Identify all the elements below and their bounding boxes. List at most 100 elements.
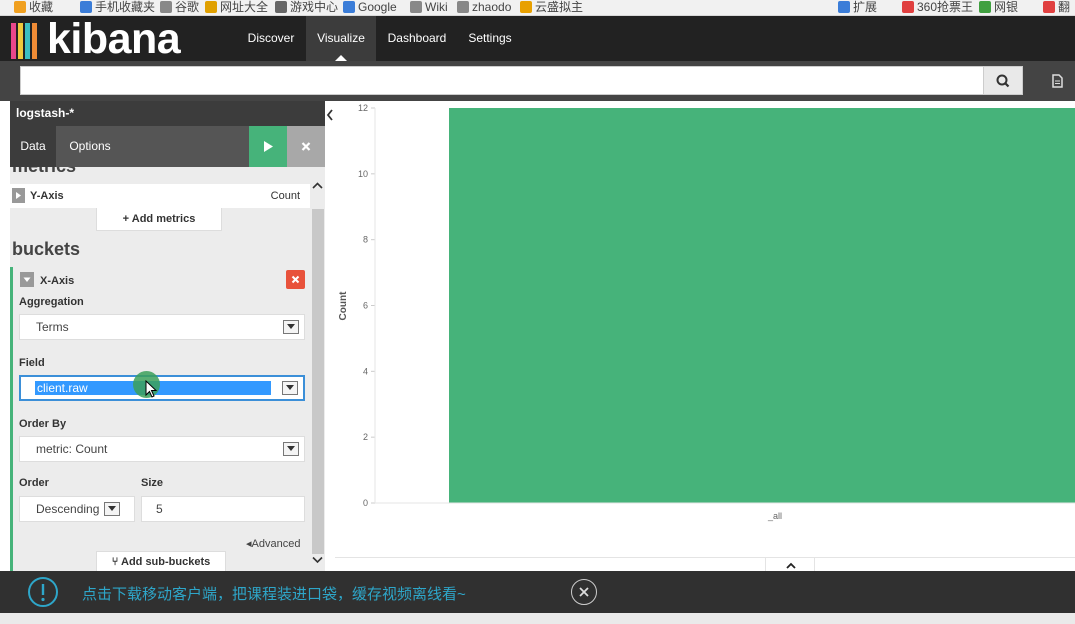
favorite-label: 360抢票王 — [917, 0, 974, 14]
chevron-left-icon — [326, 109, 333, 121]
favorite-item[interactable]: 网银 — [979, 0, 1019, 15]
page-icon — [457, 1, 469, 13]
order-label: Order — [19, 477, 49, 489]
y-axis-agg: Y-Axis Count — [10, 184, 310, 208]
nav-visualize[interactable]: Visualize — [306, 16, 376, 61]
aggregation-label: Aggregation — [19, 296, 84, 308]
chart-bottom-strip — [335, 557, 1075, 571]
chart-bar[interactable] — [449, 108, 1075, 503]
cloud-icon — [520, 1, 532, 13]
field-label: Field — [19, 357, 45, 369]
aggregation-editor: metrics Y-Axis Count + Add metrics bucke… — [10, 167, 310, 571]
size-label: Size — [141, 477, 164, 489]
favorite-item[interactable]: 收藏 — [14, 0, 53, 15]
favorite-label: 翻 — [1058, 0, 1071, 14]
favorite-item[interactable]: 游戏中心 — [275, 0, 339, 15]
index-pattern-title: logstash-* — [10, 101, 325, 126]
tab-options-label: Options — [69, 139, 111, 153]
y-tick-label: 8 — [363, 235, 368, 245]
favorite-label: 谷歌 — [175, 0, 200, 14]
favorite-item[interactable]: 谷歌 — [160, 0, 200, 15]
phone-icon — [80, 1, 92, 13]
chevron-right-icon — [16, 192, 21, 199]
favorite-label: 游戏中心 — [290, 0, 339, 14]
vis-editor-sidebar: logstash-* Data Options metrics Y-Axis C… — [10, 101, 325, 571]
favorite-item[interactable]: 云盛拟主 — [520, 0, 583, 15]
nav-settings-label: Settings — [468, 31, 512, 45]
logo-bar-orange — [32, 23, 37, 59]
favorite-item[interactable]: Wiki — [410, 0, 448, 15]
visualization-panel: 0 2 4 6 8 10 12 _all Count — [335, 101, 1075, 571]
y-axis-toggle[interactable] — [12, 188, 25, 203]
sidebar-collapse-handle[interactable] — [325, 101, 335, 571]
x-axis-ticks: _all — [767, 511, 782, 521]
y-tick-label: 0 — [363, 498, 368, 508]
favorite-label: zhaodo — [472, 0, 512, 14]
new-document-button[interactable] — [1044, 68, 1070, 94]
scrollbar-thumb[interactable] — [312, 209, 324, 554]
gamepad-icon — [275, 1, 287, 13]
size-input[interactable]: 5 — [141, 496, 305, 522]
sidebar-tabs: Data Options — [10, 126, 325, 167]
add-sub-buckets-button[interactable]: ⑂ Add sub-buckets — [96, 551, 226, 571]
apply-changes-button[interactable] — [249, 126, 287, 167]
favorite-item[interactable]: zhaodo — [457, 0, 512, 15]
close-icon — [579, 587, 589, 597]
x-axis-toggle[interactable] — [20, 272, 34, 287]
logo-bar-teal — [25, 23, 30, 59]
info-icon — [28, 577, 58, 607]
field-select[interactable]: client.raw — [19, 375, 305, 401]
taskbar-strip — [0, 613, 1075, 624]
search-button[interactable] — [983, 66, 1023, 95]
logo-bar-yellow — [18, 23, 23, 59]
download-app-notification[interactable]: 点击下载移动客户端，把课程装进口袋，缓存视频离线看~ — [0, 571, 1075, 613]
nav-settings[interactable]: Settings — [460, 16, 520, 61]
chevron-down-icon — [283, 442, 299, 456]
search-icon — [996, 74, 1010, 88]
sidebar-scrollbar[interactable] — [310, 167, 325, 571]
favorite-label: Google — [358, 0, 397, 14]
advanced-toggle[interactable]: ◂Advanced — [246, 537, 300, 550]
search-input[interactable] — [20, 66, 983, 95]
y-tick-label: 6 — [363, 301, 368, 311]
nav-discover[interactable]: Discover — [236, 16, 306, 61]
favorite-item[interactable]: 网址大全 — [205, 0, 269, 15]
ticket-icon — [902, 1, 914, 13]
chevron-down-icon — [104, 502, 120, 516]
spy-panel-toggle[interactable] — [765, 557, 815, 571]
plus-icon: + — [122, 213, 132, 225]
favorite-label: Wiki — [425, 0, 448, 14]
chevron-down-icon — [283, 320, 299, 334]
document-icon — [1052, 74, 1063, 88]
close-icon — [301, 142, 311, 151]
tab-options[interactable]: Options — [60, 126, 120, 167]
favorite-label: 网银 — [994, 0, 1019, 14]
kibana-navbar: kibana Discover Visualize Dashboard Sett… — [0, 15, 1075, 63]
x-axis-agg: X-Axis Aggregation Terms Field client.ra… — [10, 267, 310, 571]
favorite-item[interactable]: 翻 — [1043, 0, 1071, 15]
order-value: Descending — [36, 502, 100, 516]
favorite-item[interactable]: Google — [343, 0, 397, 15]
branch-icon: ⑂ — [111, 556, 121, 568]
favorite-item[interactable]: 手机收藏夹 — [80, 0, 155, 15]
add-sub-buckets-label: Add sub-buckets — [121, 556, 211, 568]
order-by-select[interactable]: metric: Count — [19, 436, 305, 462]
favorite-item[interactable]: 扩展 — [838, 0, 877, 15]
chevron-down-icon — [23, 277, 31, 282]
y-tick-label: 12 — [358, 103, 368, 113]
scroll-down-icon — [312, 556, 323, 564]
add-metrics-button[interactable]: + Add metrics — [96, 208, 222, 231]
remove-bucket-button[interactable] — [286, 270, 305, 289]
tab-data-label: Data — [20, 139, 46, 153]
close-notification-button[interactable] — [571, 579, 597, 605]
page-icon — [410, 1, 422, 13]
tab-data[interactable]: Data — [10, 126, 56, 167]
aggregation-select[interactable]: Terms — [19, 314, 305, 340]
favorite-label: 网址大全 — [220, 0, 269, 14]
nav-dashboard[interactable]: Dashboard — [380, 16, 454, 61]
brand-name: kibana — [47, 15, 181, 63]
star-icon — [14, 1, 26, 13]
favorite-item[interactable]: 360抢票王 — [902, 0, 974, 15]
discard-changes-button[interactable] — [287, 126, 325, 167]
order-select[interactable]: Descending — [19, 496, 135, 522]
